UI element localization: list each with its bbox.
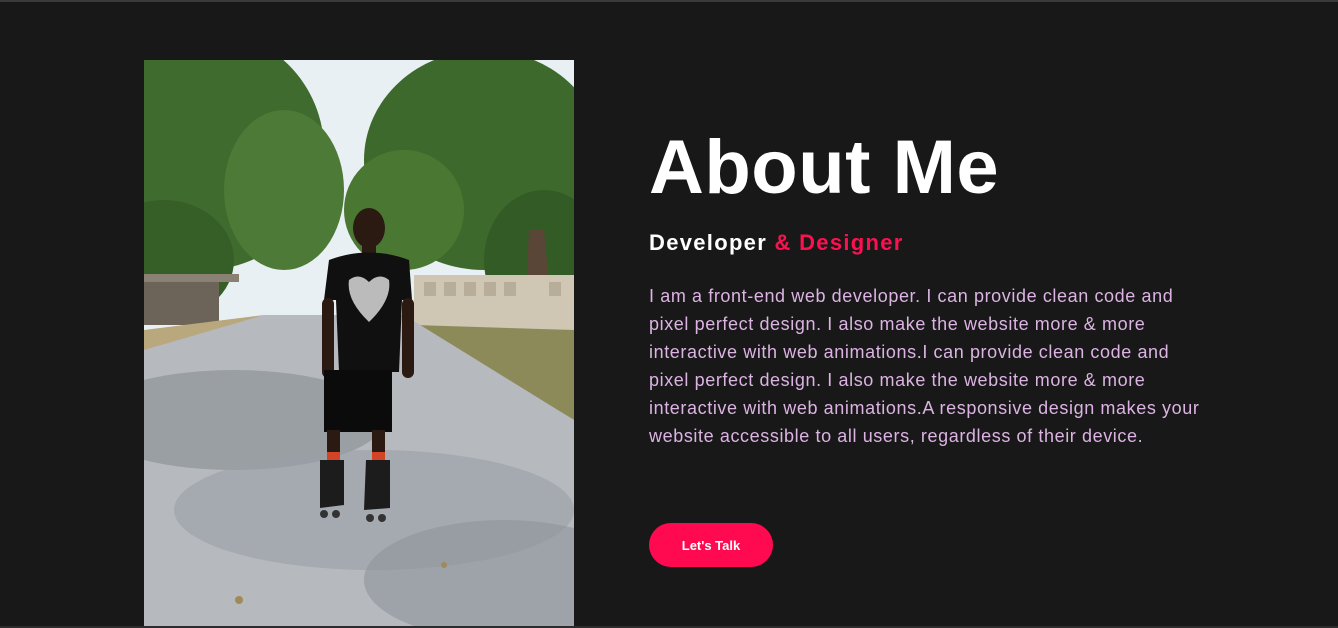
bio-text: I am a front-end web developer. I can pr… [649, 286, 1200, 446]
page-title: About Me [649, 125, 1000, 210]
lets-talk-button[interactable]: Let's Talk [649, 523, 773, 567]
role-accent: & Designer [774, 230, 904, 255]
about-content: About Me Developer & Designer I am a fro… [649, 128, 1229, 468]
profile-photo [144, 60, 574, 628]
role-subtitle: Developer & Designer [649, 230, 1229, 256]
about-section: About Me Developer & Designer I am a fro… [0, 0, 1338, 628]
role-primary: Developer [649, 230, 768, 255]
top-divider [0, 0, 1338, 2]
